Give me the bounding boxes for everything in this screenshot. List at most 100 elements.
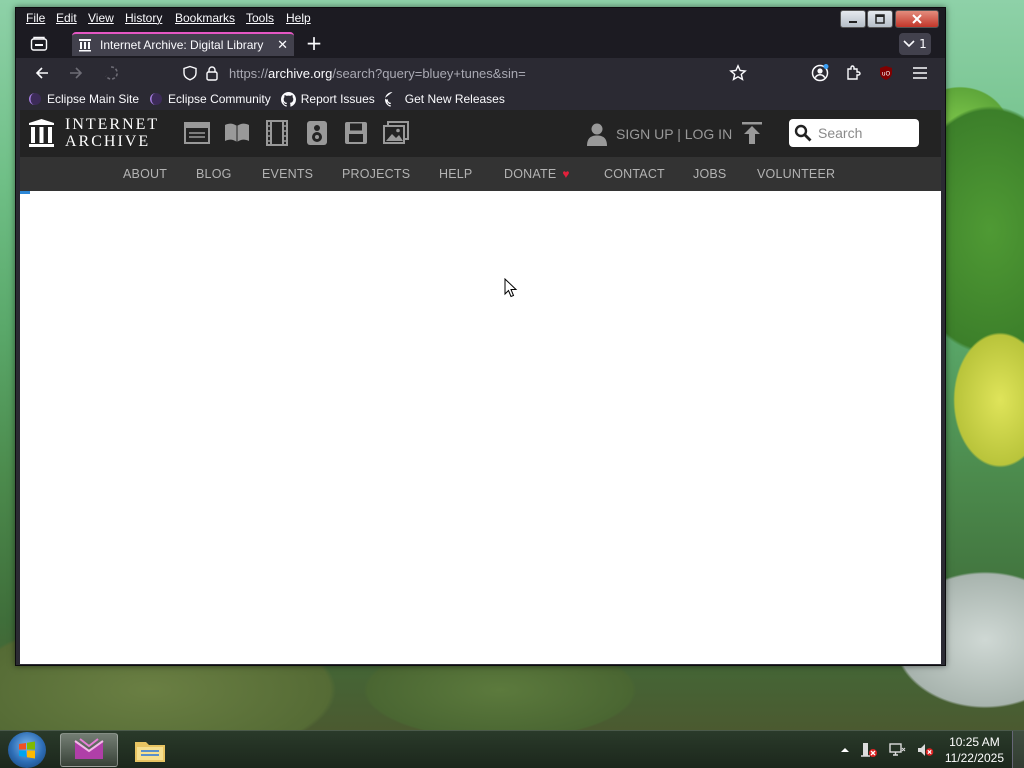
clock-time: 10:25 AM [949,735,1000,749]
account-button[interactable] [807,61,833,85]
logo-line-1: INTERNET [65,116,160,133]
tab-list-button[interactable]: 1 [899,33,931,55]
show-hidden-icons-button[interactable] [840,746,850,754]
firefox-view-icon [30,36,48,51]
bookmark-label: Eclipse Community [168,92,271,106]
nav-jobs[interactable]: JOBS [693,167,726,181]
auth-links[interactable]: SIGN UP | LOG IN [616,126,732,142]
menu-history[interactable]: History [125,11,162,25]
file-explorer-icon [135,742,165,762]
bookmark-label: Eclipse Main Site [47,92,140,106]
ublock-icon: uO [880,66,892,80]
menu-file[interactable]: File [26,11,45,25]
forward-arrow-icon [70,67,83,79]
bookmark-label: Get New Releases [404,92,505,106]
nav-blog[interactable]: BLOG [196,167,232,181]
search-input[interactable] [818,125,914,141]
nav-help[interactable]: HELP [439,167,472,181]
star-icon [729,64,747,81]
ia-logo[interactable]: INTERNET ARCHIVE [28,116,159,150]
svg-text:uO: uO [882,71,891,78]
browser-app-icon [74,738,104,759]
menu-help[interactable]: Help [286,11,311,25]
upload-icon [742,122,762,144]
url-bar[interactable]: https://archive.org/search?query=bluey+t… [176,61,754,85]
windows-logo-icon [19,741,35,759]
start-button[interactable] [8,732,46,768]
menu-edit[interactable]: Edit [56,11,77,25]
forward-button[interactable] [63,61,89,85]
app-menu-button[interactable] [907,61,933,85]
tab-count: 1 [919,37,927,51]
clock-date: 11/22/2025 [944,751,1004,765]
tab-bar: Internet Archive: Digital Library ✕ + 1 [16,30,945,58]
archive-icon [78,38,92,52]
search-icon [794,124,812,142]
account-icon [811,64,829,82]
new-tab-button[interactable]: + [303,33,325,55]
web-icon[interactable] [184,120,210,146]
chevron-up-icon [840,748,849,752]
system-tray: 10:25 AM 11/22/2025 [835,731,1024,768]
ublock-button[interactable]: uO [873,61,899,85]
eclipse-icon [149,92,163,106]
back-button[interactable] [29,61,55,85]
action-center-icon[interactable] [860,742,878,758]
nav-bar: https://archive.org/search?query=bluey+t… [16,58,945,88]
video-icon[interactable] [264,120,290,146]
minimize-button[interactable] [840,10,866,28]
audio-icon[interactable] [304,120,330,146]
bookmark-report-issues[interactable]: Report Issues [280,91,375,107]
reload-button[interactable] [98,61,124,85]
nav-volunteer[interactable]: VOLUNTEER [757,167,835,181]
tab-close-icon[interactable]: ✕ [277,38,288,53]
bookmark-get-new-releases[interactable]: Get New Releases [384,91,505,107]
software-icon[interactable] [343,120,369,146]
images-icon[interactable] [383,120,409,146]
taskbar: 10:25 AM 11/22/2025 [0,730,1024,768]
nav-projects[interactable]: PROJECTS [342,167,410,181]
texts-icon[interactable] [224,120,250,146]
nav-events[interactable]: EVENTS [262,167,313,181]
nav-contact[interactable]: CONTACT [604,167,665,181]
minimize-icon [849,21,857,23]
nav-donate[interactable]: DONATE ♥ [504,167,570,181]
search-box[interactable] [789,119,919,147]
menu-bar: File Edit View History Bookmarks Tools H… [16,8,945,30]
maximize-button[interactable] [867,10,893,28]
close-window-button[interactable] [895,10,939,28]
bookmark-star-button[interactable] [725,61,751,85]
maximize-icon [875,14,885,24]
firefox-view-button[interactable] [26,32,52,56]
page-content: INTERNET ARCHIVE SIGN UP | LOG IN Search… [20,110,941,664]
bookmark-label: Report Issues [300,92,375,106]
system-clock[interactable]: 10:25 AM 11/22/2025 [945,734,1004,766]
menu-tools[interactable]: Tools [246,11,274,25]
bookmark-eclipse-community[interactable]: Eclipse Community [149,92,271,106]
sign-up-log-in[interactable]: SIGN UP | LOG IN [586,122,732,146]
hamburger-menu-icon [913,67,927,79]
taskbar-file-explorer[interactable] [121,733,179,767]
mouse-cursor [504,277,518,302]
extensions-button[interactable] [841,61,867,85]
nav-about[interactable]: ABOUT [123,167,167,181]
volume-muted-icon[interactable] [916,742,934,758]
lock-icon [206,66,218,81]
logo-line-2: ARCHIVE [65,133,151,150]
bookmark-eclipse-main-site[interactable]: Eclipse Main Site [28,92,139,106]
heart-icon: ♥ [562,167,570,181]
network-icon[interactable] [888,742,906,758]
tab-internet-archive[interactable]: Internet Archive: Digital Library ✕ [72,32,294,56]
show-desktop-button[interactable] [1012,731,1024,768]
upload-button[interactable] [742,122,762,148]
tab-title: Internet Archive: Digital Library [100,38,264,52]
menu-bookmarks[interactable]: Bookmarks [175,11,235,25]
taskbar-browser-app[interactable] [60,733,118,767]
bookmarks-toolbar: Eclipse Main Site Eclipse Community Repo… [16,88,945,110]
puzzle-icon [847,65,861,80]
archive-building-icon [29,119,54,147]
menu-view[interactable]: View [88,11,114,25]
url-text[interactable]: https://archive.org/search?query=bluey+t… [229,66,526,81]
loading-progress-bar [20,191,30,194]
shield-icon [183,65,197,81]
